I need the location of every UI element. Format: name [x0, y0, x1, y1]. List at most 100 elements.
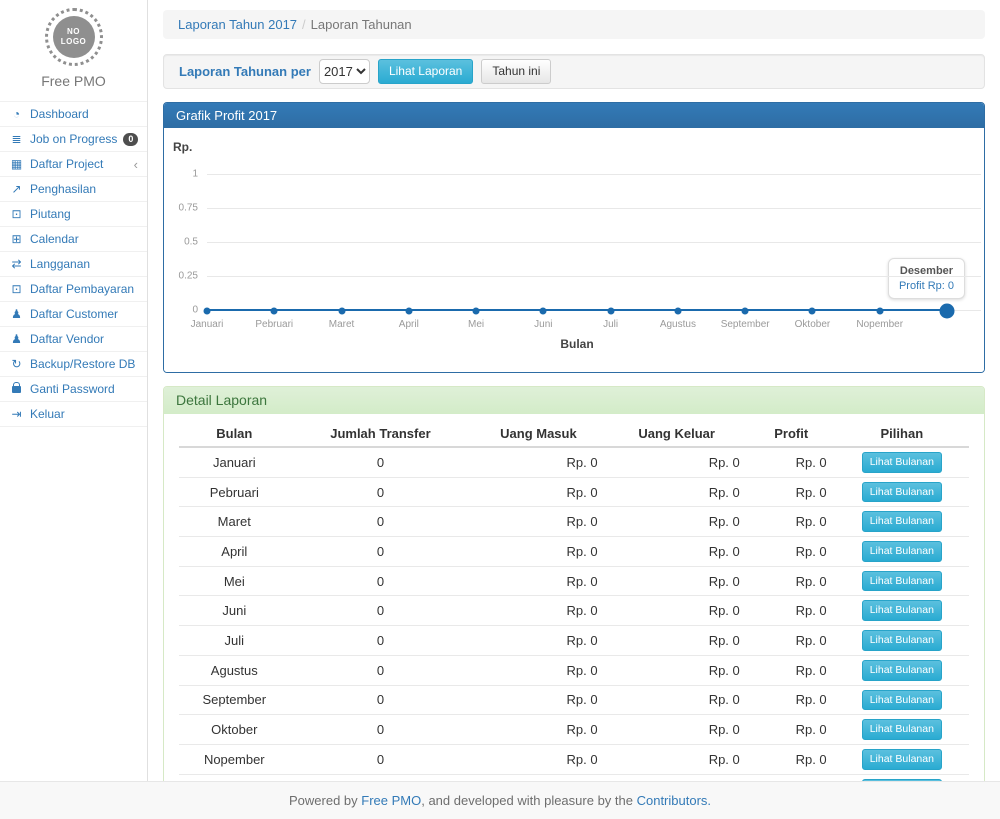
sidebar-item-calendar[interactable]: ⊞Calendar: [0, 227, 147, 251]
cell-uang-keluar: Rp. 0: [606, 537, 748, 567]
lock-icon: [9, 382, 24, 396]
cell-jumlah-transfer: 0: [290, 715, 472, 745]
sidebar-item-label: Daftar Project: [30, 157, 103, 171]
cell-profit: Rp. 0: [748, 537, 835, 567]
lihat-bulanan-button[interactable]: Lihat Bulanan: [862, 600, 942, 621]
logo-text-line1: NO: [67, 27, 80, 37]
table-row: Oktober0Rp. 0Rp. 0Rp. 0Lihat Bulanan: [179, 715, 969, 745]
cell-bulan: Juni: [179, 596, 290, 626]
breadcrumb-link-laporan-tahun[interactable]: Laporan Tahun 2017: [178, 17, 297, 32]
table-row: September0Rp. 0Rp. 0Rp. 0Lihat Bulanan: [179, 685, 969, 715]
table-row: Mei0Rp. 0Rp. 0Rp. 0Lihat Bulanan: [179, 566, 969, 596]
lihat-bulanan-button[interactable]: Lihat Bulanan: [862, 571, 942, 592]
data-point-april[interactable]: [405, 307, 412, 314]
cell-uang-keluar: Rp. 0: [606, 596, 748, 626]
sidebar-item-daftar-project[interactable]: ▦Daftar Project‹: [0, 152, 147, 176]
x-tick-label: Nopember: [840, 319, 920, 330]
sidebar-item-daftar-pembayaran[interactable]: ⊡Daftar Pembayaran: [0, 277, 147, 301]
sidebar-menu: ◔Dashboard≣Job on Progress0▦Daftar Proje…: [0, 101, 147, 427]
sidebar-item-backup-restore-db[interactable]: ↻Backup/Restore DB: [0, 352, 147, 376]
footer-text-prefix: Powered by: [289, 793, 361, 808]
cell-jumlah-transfer: 0: [290, 774, 472, 781]
lihat-bulanan-button[interactable]: Lihat Bulanan: [862, 511, 942, 532]
cell-pilihan: Lihat Bulanan: [835, 447, 969, 477]
sidebar-item-daftar-vendor[interactable]: ♟Daftar Vendor: [0, 327, 147, 351]
column-header-profit: Profit: [748, 422, 835, 447]
data-point-mei[interactable]: [473, 307, 480, 314]
lihat-bulanan-button[interactable]: Lihat Bulanan: [862, 541, 942, 562]
sidebar-item-penghasilan[interactable]: ↗Penghasilan: [0, 177, 147, 201]
sidebar-item-label: Keluar: [30, 407, 65, 421]
lihat-laporan-button[interactable]: Lihat Laporan: [378, 59, 473, 84]
cell-pilihan: Lihat Bulanan: [835, 566, 969, 596]
lihat-bulanan-button[interactable]: Lihat Bulanan: [862, 660, 942, 681]
job-count-badge: 0: [123, 133, 138, 146]
cell-jumlah-transfer: 0: [290, 537, 472, 567]
cell-profit: Rp. 0: [748, 447, 835, 477]
lihat-bulanan-button[interactable]: Lihat Bulanan: [862, 690, 942, 711]
tahun-ini-button[interactable]: Tahun ini: [481, 59, 551, 84]
lihat-bulanan-button[interactable]: Lihat Bulanan: [862, 482, 942, 503]
sidebar-menu-item: ≣Job on Progress0: [0, 126, 147, 151]
profit-chart-panel: Grafik Profit 2017 Rp. Bulan Desember Pr…: [163, 102, 985, 373]
column-header-uang-keluar: Uang Keluar: [606, 422, 748, 447]
cell-profit: Rp. 0: [748, 744, 835, 774]
cell-uang-masuk: Rp. 0: [471, 626, 605, 656]
sign-out-icon: ⇥: [9, 407, 24, 421]
y-tick-label: 0.25: [164, 271, 198, 282]
data-point-pebruari[interactable]: [271, 307, 278, 314]
sidebar-item-dashboard[interactable]: ◔Dashboard: [0, 102, 147, 126]
cell-jumlah-transfer: 0: [290, 566, 472, 596]
profit-series-line: [207, 309, 947, 311]
lihat-bulanan-button[interactable]: Lihat Bulanan: [862, 630, 942, 651]
cell-jumlah-transfer: 0: [290, 447, 472, 477]
money-icon: ⊡: [9, 282, 24, 296]
y-axis-title: Rp.: [173, 140, 192, 154]
data-point-maret[interactable]: [338, 307, 345, 314]
sidebar-item-label: Piutang: [30, 207, 71, 221]
year-select[interactable]: 2017: [319, 59, 370, 84]
data-point-juli[interactable]: [607, 307, 614, 314]
lock-glyph: [12, 386, 21, 393]
sidebar-item-langganan[interactable]: ⇄Langganan: [0, 252, 147, 276]
cell-pilihan: Lihat Bulanan: [835, 626, 969, 656]
cell-profit: Rp. 0: [748, 715, 835, 745]
cell-jumlah-transfer: 0: [290, 477, 472, 507]
main-content: Laporan Tahun 2017/Laporan Tahunan Lapor…: [148, 0, 1000, 781]
cell-uang-masuk: Rp. 0: [471, 447, 605, 477]
cell-pilihan: Lihat Bulanan: [835, 477, 969, 507]
cell-uang-masuk: Rp. 0: [471, 774, 605, 781]
cell-profit: Rp. 0: [748, 626, 835, 656]
lihat-bulanan-button[interactable]: Lihat Bulanan: [862, 452, 942, 473]
cell-uang-keluar: Rp. 0: [606, 447, 748, 477]
data-point-juni[interactable]: [540, 307, 547, 314]
data-point-september[interactable]: [742, 307, 749, 314]
brand-name: Free PMO: [0, 73, 147, 89]
retweet-icon: ⇄: [9, 257, 24, 271]
free-pmo-link[interactable]: Free PMO: [361, 793, 421, 808]
data-point-desember[interactable]: [940, 303, 955, 318]
cell-uang-keluar: Rp. 0: [606, 715, 748, 745]
app-window: NO LOGO Free PMO ◔Dashboard≣Job on Progr…: [0, 0, 1000, 819]
sidebar-item-piutang[interactable]: ⊡Piutang: [0, 202, 147, 226]
lihat-bulanan-button[interactable]: Lihat Bulanan: [862, 749, 942, 770]
cell-uang-keluar: Rp. 0: [606, 507, 748, 537]
cell-bulan: Januari: [179, 447, 290, 477]
data-point-agustus[interactable]: [674, 307, 681, 314]
cell-uang-keluar: Rp. 0: [606, 655, 748, 685]
y-tick-label: 0.5: [164, 237, 198, 248]
sidebar-item-ganti-password[interactable]: Ganti Password: [0, 377, 147, 401]
contributors-link[interactable]: Contributors.: [637, 793, 711, 808]
sidebar-item-keluar[interactable]: ⇥ Keluar: [0, 402, 147, 426]
sidebar-item-daftar-customer[interactable]: ♟Daftar Customer: [0, 302, 147, 326]
data-point-oktober[interactable]: [809, 307, 816, 314]
y-tick-label: 1: [164, 169, 198, 180]
data-point-januari[interactable]: [204, 307, 211, 314]
cell-uang-masuk: Rp. 0: [471, 566, 605, 596]
sidebar-item-job-on-progress[interactable]: ≣Job on Progress0: [0, 127, 147, 151]
line-chart-icon: ↗: [9, 182, 24, 196]
cell-pilihan: Lihat Bulanan: [835, 685, 969, 715]
data-point-nopember[interactable]: [876, 307, 883, 314]
sidebar-item-label: Daftar Vendor: [30, 332, 104, 346]
lihat-bulanan-button[interactable]: Lihat Bulanan: [862, 719, 942, 740]
